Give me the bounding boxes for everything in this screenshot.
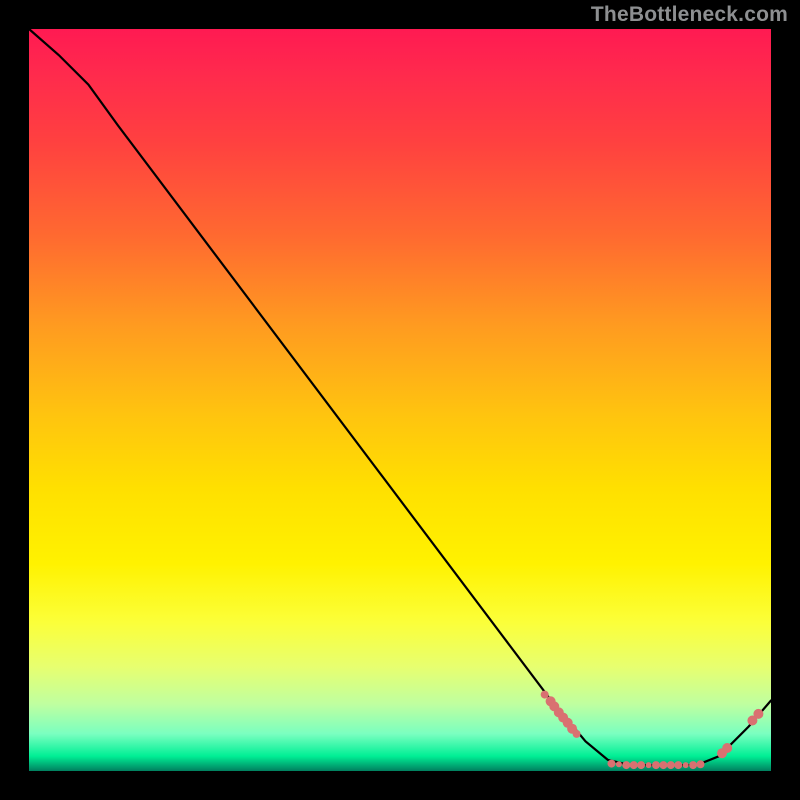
bottleneck-curve <box>29 29 771 765</box>
curve-marker <box>697 760 705 768</box>
curve-marker <box>689 761 697 769</box>
curve-layer <box>29 29 771 771</box>
curve-marker <box>652 761 660 769</box>
curve-marker <box>659 761 667 769</box>
curve-marker <box>753 709 763 719</box>
curve-marker <box>674 761 682 769</box>
curve-marker <box>616 761 622 767</box>
curve-marker <box>637 761 645 769</box>
curve-marker <box>622 761 630 769</box>
plot-area <box>29 29 771 771</box>
curve-marker <box>667 761 675 769</box>
curve-marker <box>573 730 581 738</box>
curve-marker <box>646 762 652 768</box>
curve-marker <box>630 761 638 769</box>
curve-marker <box>608 760 616 768</box>
curve-marker <box>722 743 732 753</box>
watermark-text: TheBottleneck.com <box>591 3 788 27</box>
curve-markers <box>541 691 764 770</box>
curve-marker <box>683 762 689 768</box>
chart-stage: TheBottleneck.com <box>0 0 800 800</box>
